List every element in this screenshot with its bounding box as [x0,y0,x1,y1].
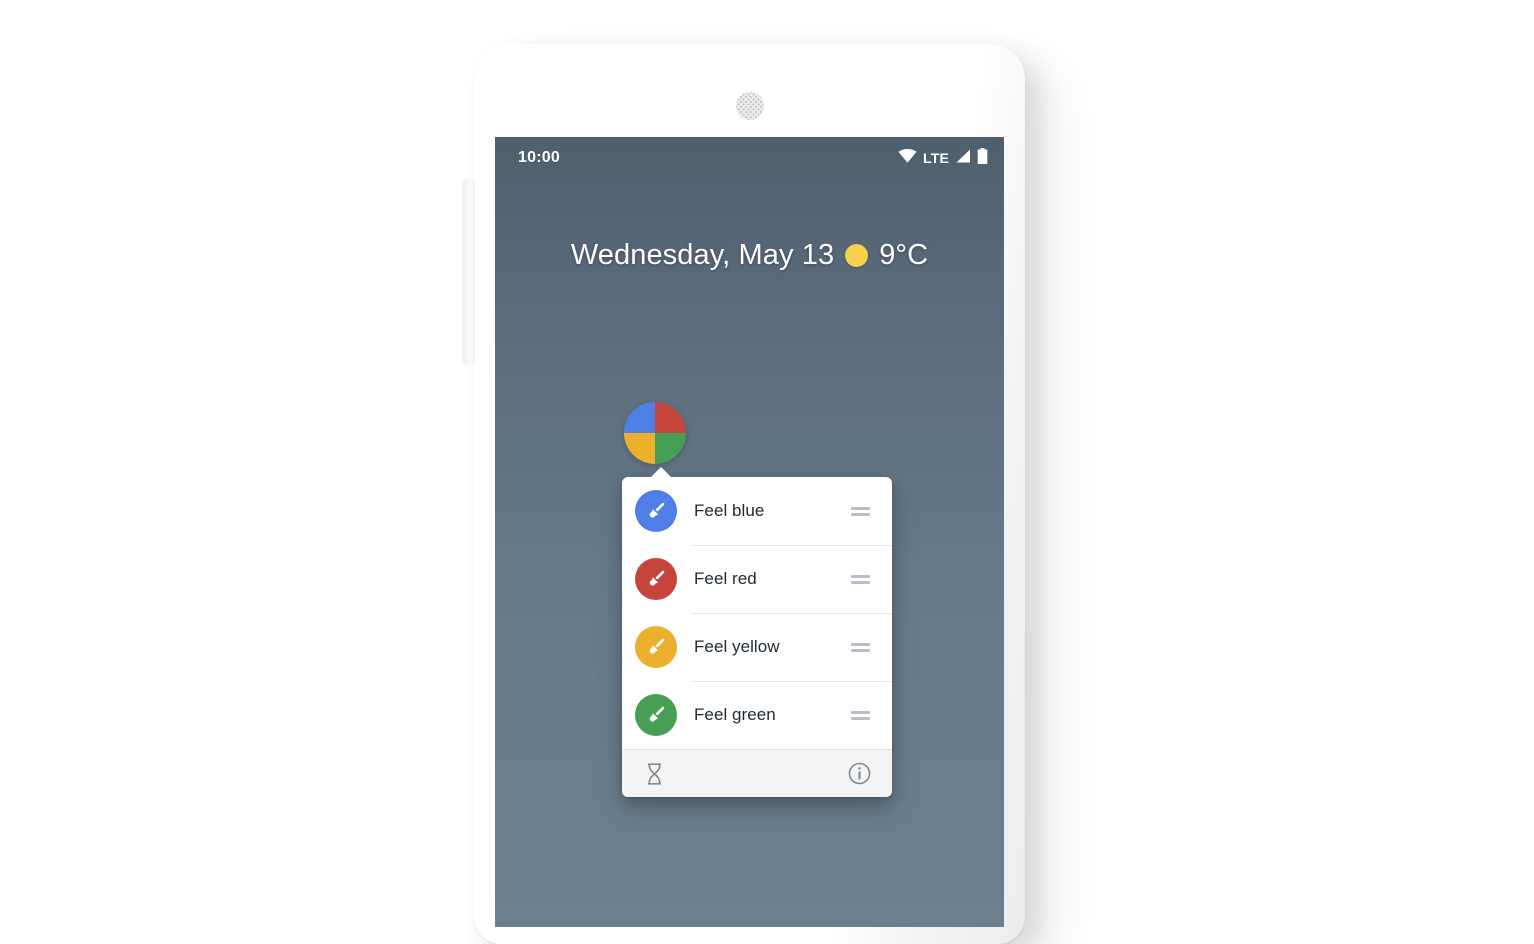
status-bar: 10:00 LTE [495,137,1004,179]
signal-icon [955,149,971,168]
paintbrush-icon [649,638,665,654]
avatar [635,694,677,736]
app-icon-quadrant-green [655,433,686,464]
avatar [635,626,677,668]
drag-handle-icon[interactable] [851,506,870,516]
info-icon[interactable] [846,761,872,787]
list-item[interactable]: Feel green [622,681,892,749]
list-item-label: Feel green [694,705,776,724]
hourglass-icon[interactable] [641,761,667,787]
list-item-label: Feel yellow [694,637,780,656]
avatar [635,558,677,600]
drag-handle-icon[interactable] [851,642,870,652]
app-icon-quadrant-yellow [624,433,655,464]
network-label: LTE [922,150,949,166]
phone-screen: 10:00 LTE Wednesday, May 13 9°C Feel blu… [495,137,1004,927]
drag-handle-icon[interactable] [851,710,870,720]
temperature-text: 9°C [879,239,929,271]
drag-handle-icon[interactable] [851,574,870,584]
app-icon-quadrant-red [655,402,686,433]
list-item[interactable]: Feel yellow [622,613,892,681]
list-item[interactable]: Feel red [622,545,892,613]
list-item-label: Feel blue [694,501,765,520]
shortcut-popup: Feel blue Feel red Feel yellow Feel green [622,467,892,797]
list-item-label: Feel red [694,569,757,588]
status-icons: LTE [898,147,988,169]
date-text: Wednesday, May 13 [570,239,835,271]
status-clock: 10:00 [518,149,560,166]
popup-footer [622,749,892,797]
paintbrush-icon [649,502,665,518]
date-weather-widget[interactable]: Wednesday, May 13 9°C [495,239,1004,272]
app-icon-four-color-wheel[interactable] [624,402,686,464]
wifi-icon [898,148,917,168]
shortcut-list: Feel blue Feel red Feel yellow Feel green [622,477,892,749]
phone-device: 10:00 LTE Wednesday, May 13 9°C Feel blu… [463,44,1025,944]
speaker-grille-icon [735,92,764,120]
sun-icon [845,244,869,267]
paintbrush-icon [649,570,665,586]
list-item[interactable]: Feel blue [622,477,892,545]
paintbrush-icon [649,706,665,722]
avatar [635,490,677,532]
app-icon-quadrant-blue [624,402,655,433]
battery-icon [977,147,988,169]
volume-button[interactable] [463,179,475,364]
